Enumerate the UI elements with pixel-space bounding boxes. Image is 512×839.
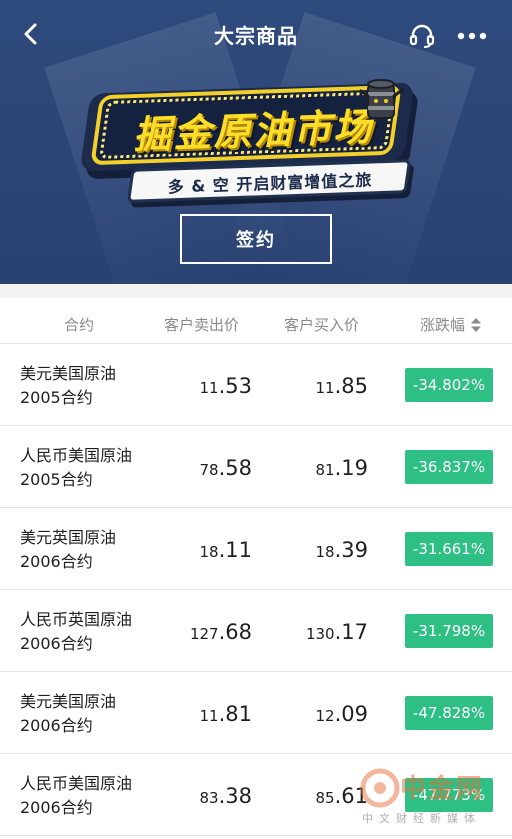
contract-name-line1: 美元美国原油: [20, 364, 117, 383]
column-header-change-label: 涨跌幅: [420, 316, 466, 334]
change-badge: -31.661%: [405, 532, 493, 566]
sell-price: 11.81: [200, 702, 253, 726]
navigation-bar: 大宗商品: [0, 0, 512, 70]
table-row[interactable]: 人民币英国原油 2006合约 127.68 130.17 -31.798%: [0, 590, 512, 672]
contract-name-line1: 美元美国原油: [20, 692, 117, 711]
sell-price-int: 78: [199, 461, 219, 479]
more-options-button[interactable]: [452, 18, 492, 54]
column-header-contract: 合约: [64, 316, 95, 334]
promo-banner: 掘金原油市场 多 & 空 开启财富增值之旅: [78, 70, 418, 210]
customer-service-button[interactable]: [404, 18, 440, 54]
section-divider: [0, 284, 512, 298]
sell-price-dec: .58: [218, 456, 252, 480]
table-header: 合约 客户卖出价 客户买入价 涨跌幅: [0, 298, 512, 344]
buy-price-int: 11: [315, 379, 335, 397]
contract-name-line2: 2006合约: [20, 716, 93, 735]
sell-price-int: 18: [199, 543, 219, 561]
contract-name-line1: 人民币美国原油: [20, 446, 133, 465]
buy-price-int: 12: [315, 707, 335, 725]
table-row[interactable]: 美元英国原油 2006合约 18.11 18.39 -31.661%: [0, 508, 512, 590]
sell-price: 78.58: [200, 456, 253, 480]
sell-price-int: 11: [199, 707, 219, 725]
buy-price: 18.39: [316, 538, 369, 562]
sell-price-int: 83: [199, 789, 219, 807]
column-header-sell-price: 客户卖出价: [164, 316, 240, 334]
change-badge: -34.802%: [405, 368, 493, 402]
sell-price: 11.53: [200, 374, 253, 398]
contract-name-line2: 2006合约: [20, 634, 93, 653]
change-badge: -47.773%: [405, 778, 493, 812]
banner-title: 掘金原油市场: [132, 104, 374, 158]
contract-name: 人民币英国原油 2006合约: [20, 608, 180, 656]
buy-price: 11.85: [316, 374, 369, 398]
buy-price-int: 130: [305, 625, 335, 643]
table-row[interactable]: 人民币美国原油 2006合约 83.38 85.61 -47.773%: [0, 754, 512, 836]
buy-price: 12.09: [316, 702, 369, 726]
contract-name-line2: 2006合约: [20, 798, 93, 817]
contract-name: 美元英国原油 2006合约: [20, 526, 180, 574]
headset-icon: [409, 24, 435, 48]
header-banner-area: 大宗商品 掘金原油市场 多 & 空 开启财富增值之旅 签约: [0, 0, 512, 284]
sell-price-dec: .68: [218, 620, 252, 644]
contract-name: 人民币美国原油 2005合约: [20, 444, 180, 492]
buy-price-dec: .85: [334, 374, 368, 398]
buy-price-int: 18: [315, 543, 335, 561]
contract-name: 人民币美国原油 2006合约: [20, 772, 180, 820]
buy-price: 85.61: [316, 784, 369, 808]
sell-price: 18.11: [200, 538, 253, 562]
sell-price-dec: .38: [218, 784, 252, 808]
buy-price-int: 85: [315, 789, 335, 807]
buy-price-int: 81: [315, 461, 335, 479]
contract-name-line2: 2005合约: [20, 388, 93, 407]
sell-price: 127.68: [190, 620, 252, 644]
contract-name-line1: 美元英国原油: [20, 528, 117, 547]
buy-price-dec: .39: [334, 538, 368, 562]
buy-price-dec: .17: [334, 620, 368, 644]
table-row[interactable]: 人民币美国原油 2005合约 78.58 81.19 -36.837%: [0, 426, 512, 508]
sell-price-dec: .81: [218, 702, 252, 726]
contract-name-line1: 人民币英国原油: [20, 610, 133, 629]
sell-price-int: 127: [189, 625, 219, 643]
buy-price: 130.17: [306, 620, 368, 644]
sign-contract-button[interactable]: 签约: [180, 214, 332, 264]
contract-name: 美元美国原油 2006合约: [20, 690, 180, 738]
change-badge: -31.798%: [405, 614, 493, 648]
oil-barrel-icon: [359, 79, 404, 119]
chevron-left-icon: [24, 23, 37, 45]
sell-price-dec: .11: [218, 538, 252, 562]
change-badge: -47.828%: [405, 696, 493, 730]
contract-name-line2: 2006合约: [20, 552, 93, 571]
buy-price: 81.19: [316, 456, 369, 480]
sort-icon: [471, 317, 482, 332]
buy-price-dec: .61: [334, 784, 368, 808]
sell-price-dec: .53: [218, 374, 252, 398]
buy-price-dec: .19: [334, 456, 368, 480]
sell-price-int: 11: [199, 379, 219, 397]
column-header-buy-price: 客户买入价: [284, 316, 360, 334]
sell-price: 83.38: [200, 784, 253, 808]
buy-price-dec: .09: [334, 702, 368, 726]
table-row[interactable]: 美元美国原油 2005合约 11.53 11.85 -34.802%: [0, 344, 512, 426]
change-badge: -36.837%: [405, 450, 493, 484]
more-dots-icon: [457, 32, 487, 40]
contract-name: 美元美国原油 2005合约: [20, 362, 180, 410]
contract-name-line2: 2005合约: [20, 470, 93, 489]
contract-name-line1: 人民币美国原油: [20, 774, 133, 793]
back-button[interactable]: [14, 18, 46, 50]
column-header-change-sort[interactable]: 涨跌幅: [420, 314, 482, 335]
table-row[interactable]: 美元美国原油 2006合约 11.81 12.09 -47.828%: [0, 672, 512, 754]
